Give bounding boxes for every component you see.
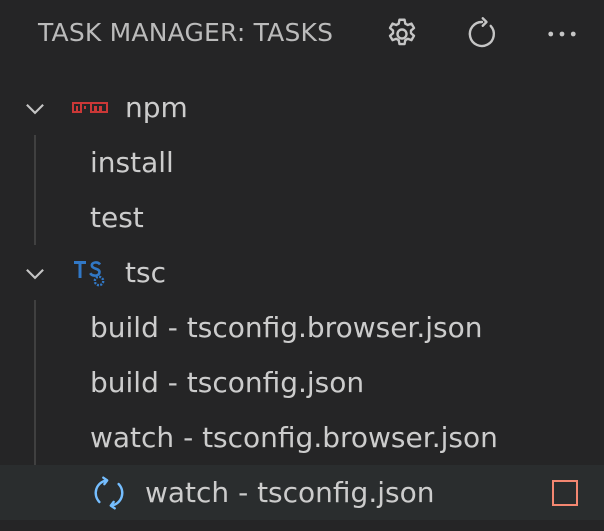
task-tree: npm install test tsc build - tsconfig.br… xyxy=(0,80,604,520)
task-label: build - tsconfig.browser.json xyxy=(90,310,483,344)
task-item-build-browser[interactable]: build - tsconfig.browser.json xyxy=(0,300,604,355)
task-label: test xyxy=(90,200,144,234)
task-label: install xyxy=(90,145,174,179)
tree-group-npm[interactable]: npm xyxy=(0,80,604,135)
task-label: watch - tsconfig.json xyxy=(145,475,435,509)
gear-icon xyxy=(388,18,416,46)
group-label-tsc: tsc xyxy=(125,255,166,289)
chevron-down-icon[interactable] xyxy=(22,260,48,286)
task-label: watch - tsconfig.browser.json xyxy=(90,420,498,454)
refresh-icon xyxy=(468,17,496,48)
tree-group-tsc[interactable]: tsc xyxy=(0,245,604,300)
npm-icon xyxy=(72,101,108,113)
panel-title: TASK MANAGER: TASKS xyxy=(38,18,334,47)
task-item-watch-browser[interactable]: watch - tsconfig.browser.json xyxy=(0,410,604,465)
panel-header: TASK MANAGER: TASKS xyxy=(0,0,604,70)
task-label: build - tsconfig.json xyxy=(90,365,365,399)
task-item-npm-install[interactable]: install xyxy=(0,135,604,190)
typescript-config-icon xyxy=(74,260,105,286)
refresh-button[interactable] xyxy=(460,12,504,56)
task-item-build[interactable]: build - tsconfig.json xyxy=(0,355,604,410)
task-item-npm-test[interactable]: test xyxy=(0,190,604,245)
terminate-task-button[interactable] xyxy=(552,479,578,506)
settings-button[interactable] xyxy=(380,12,424,56)
task-manager-panel: TASK MANAGER: TASKS npm install test tsc… xyxy=(0,0,604,531)
loading-spinner-icon xyxy=(94,476,124,509)
group-label-npm: npm xyxy=(125,90,188,124)
chevron-down-icon[interactable] xyxy=(22,95,48,121)
task-item-watch-running[interactable]: watch - tsconfig.json xyxy=(0,465,604,520)
more-actions-button[interactable] xyxy=(540,12,584,56)
more-icon xyxy=(548,31,576,37)
